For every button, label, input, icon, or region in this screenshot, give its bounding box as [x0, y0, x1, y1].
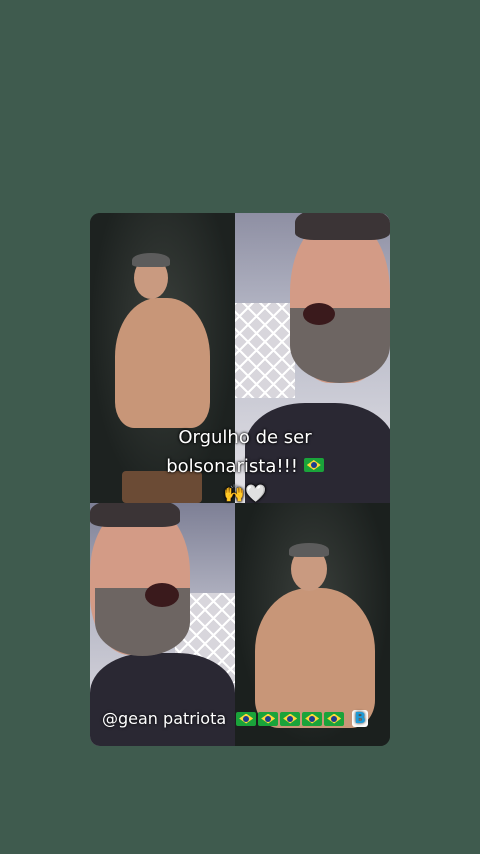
caption-line-1: Orgulho de ser — [178, 427, 312, 448]
watermark-handle: @gean patriota — [102, 709, 227, 728]
brazil-flag-icon — [258, 711, 279, 726]
figure-hair — [132, 253, 170, 267]
watermark: @gean patriota B — [102, 709, 369, 728]
brazil-flag-icon — [324, 711, 345, 726]
caption-line-2: bolsonarista!!! — [166, 456, 299, 477]
figure-mouth — [303, 303, 335, 325]
figure-hair — [295, 213, 390, 240]
figure-shirt — [90, 653, 235, 746]
brazil-flag-icon — [236, 711, 257, 726]
caption-emojis: 🙌🤍 — [223, 484, 267, 504]
video-card[interactable]: Orgulho de ser bolsonarista!!! 🙌🤍 @gean … — [90, 213, 390, 746]
window-grille — [235, 303, 295, 398]
video-caption: Orgulho de ser bolsonarista!!! 🙌🤍 — [150, 423, 340, 507]
b-badge-icon: B — [352, 710, 369, 727]
brazil-flag-icon — [303, 458, 324, 472]
figure-hair — [289, 543, 329, 557]
figure-torso — [115, 298, 210, 428]
figure-torso — [255, 588, 375, 728]
figure-mouth — [145, 583, 179, 607]
brazil-flag-icon — [302, 711, 323, 726]
brazil-flag-icon — [280, 711, 301, 726]
